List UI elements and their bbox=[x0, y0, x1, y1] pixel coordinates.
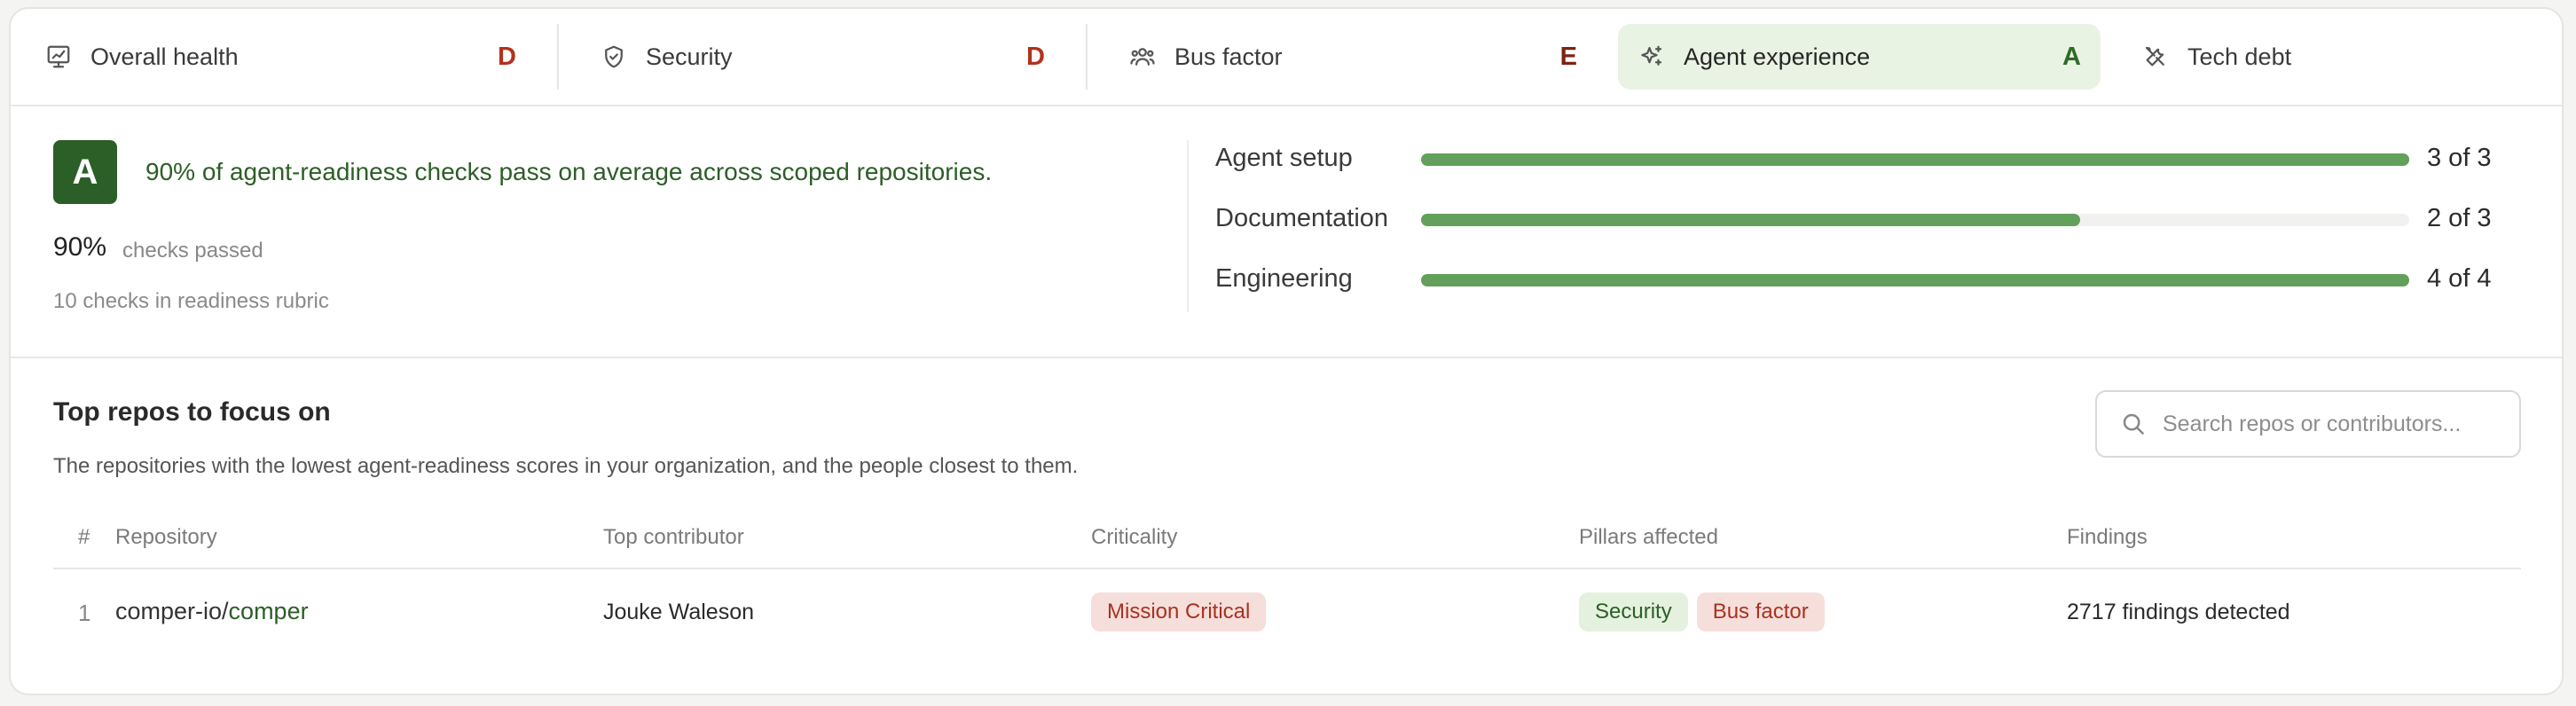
bar-track bbox=[1421, 274, 2409, 286]
tab-security[interactable]: Security D bbox=[580, 24, 1064, 90]
tab-agent-experience[interactable]: Agent experience A bbox=[1618, 24, 2101, 90]
tab-tech-debt[interactable]: Tech debt bbox=[2122, 24, 2388, 90]
bar-agent-setup: Agent setup 3 of 3 bbox=[1215, 142, 2537, 202]
tab-grade: A bbox=[2062, 42, 2081, 71]
bar-label: Engineering bbox=[1215, 264, 1353, 293]
tab-label: Bus factor bbox=[1174, 43, 1283, 70]
col-repository: Repository bbox=[115, 525, 217, 549]
checks-passed-label: checks passed bbox=[122, 239, 263, 263]
findings-count: 2717 findings detected bbox=[2067, 600, 2290, 624]
col-top-contributor: Top contributor bbox=[603, 525, 744, 549]
bar-fill bbox=[1421, 214, 2081, 226]
bar-label: Documentation bbox=[1215, 204, 1389, 232]
top-contributor: Jouke Waleson bbox=[603, 600, 754, 624]
table-header: # Repository Top contributor Criticality… bbox=[53, 516, 2521, 569]
tab-overall-health[interactable]: Overall health D bbox=[25, 24, 536, 90]
bar-label: Agent setup bbox=[1215, 144, 1353, 172]
shield-icon bbox=[598, 41, 630, 73]
pillar-badge-security: Security bbox=[1579, 592, 1688, 631]
summary-headline: 90% of agent-readiness checks pass on av… bbox=[145, 158, 993, 185]
bar-value: 3 of 3 bbox=[2427, 144, 2492, 172]
agent-readiness-card: Overall health D Security D Bus factor E… bbox=[9, 7, 2564, 695]
tab-label: Overall health bbox=[90, 43, 239, 70]
bar-track bbox=[1421, 214, 2409, 226]
criticality-cell: Mission Critical bbox=[1091, 592, 1275, 631]
search-icon bbox=[2123, 413, 2145, 435]
pillar-tabs: Overall health D Security D Bus factor E… bbox=[11, 9, 2562, 106]
bar-track bbox=[1421, 153, 2409, 166]
tab-label: Tech debt bbox=[2187, 43, 2292, 70]
repo-org: comper-io/ bbox=[115, 598, 229, 624]
pillar-badge-bus-factor: Bus factor bbox=[1696, 592, 1825, 631]
repo-link[interactable]: comper-io/comper bbox=[115, 598, 309, 625]
search-input[interactable] bbox=[2163, 411, 2500, 437]
tools-icon bbox=[2140, 41, 2172, 73]
col-criticality: Criticality bbox=[1091, 525, 1178, 549]
section-title: Top repos to focus on bbox=[53, 397, 331, 427]
table-row[interactable]: 1 comper-io/comper Jouke Waleson Mission… bbox=[53, 571, 2521, 660]
tab-label: Security bbox=[646, 43, 733, 70]
sparkle-icon bbox=[1636, 41, 1668, 73]
tab-divider bbox=[1086, 24, 1088, 90]
top-repos-section: Top repos to focus on The repositories w… bbox=[11, 358, 2562, 694]
criticality-badge: Mission Critical bbox=[1091, 592, 1267, 631]
col-index: # bbox=[78, 525, 90, 549]
section-description: The repositories with the lowest agent-r… bbox=[53, 454, 1079, 478]
search-box[interactable] bbox=[2095, 390, 2521, 458]
bar-value: 2 of 3 bbox=[2427, 204, 2492, 232]
overall-grade-badge: A bbox=[53, 140, 117, 204]
summary-divider bbox=[1187, 140, 1189, 312]
row-index: 1 bbox=[78, 600, 91, 626]
chart-icon bbox=[43, 41, 75, 73]
col-pillars: Pillars affected bbox=[1579, 525, 1718, 549]
repo-name: comper bbox=[228, 598, 309, 624]
bar-fill bbox=[1421, 274, 2409, 286]
bar-engineering: Engineering 4 of 4 bbox=[1215, 263, 2537, 323]
category-bars: Agent setup 3 of 3 Documentation 2 of 3 … bbox=[1215, 142, 2537, 323]
tab-grade: D bbox=[498, 42, 516, 71]
tab-grade: D bbox=[1026, 42, 1045, 71]
bar-fill bbox=[1421, 153, 2409, 166]
bar-documentation: Documentation 2 of 3 bbox=[1215, 202, 2537, 263]
pillars-cell: Security Bus factor bbox=[1579, 592, 1834, 631]
col-findings: Findings bbox=[2067, 525, 2148, 549]
checks-passed-percent: 90% bbox=[53, 232, 107, 262]
people-icon bbox=[1127, 41, 1158, 73]
tab-bus-factor[interactable]: Bus factor E bbox=[1109, 24, 1597, 90]
bar-value: 4 of 4 bbox=[2427, 264, 2492, 293]
tab-label: Agent experience bbox=[1684, 43, 1871, 70]
tab-grade: E bbox=[1559, 42, 1577, 71]
readiness-summary: A 90% of agent-readiness checks pass on … bbox=[11, 106, 2562, 358]
tab-divider bbox=[557, 24, 559, 90]
rubric-count: 10 checks in readiness rubric bbox=[53, 289, 329, 313]
